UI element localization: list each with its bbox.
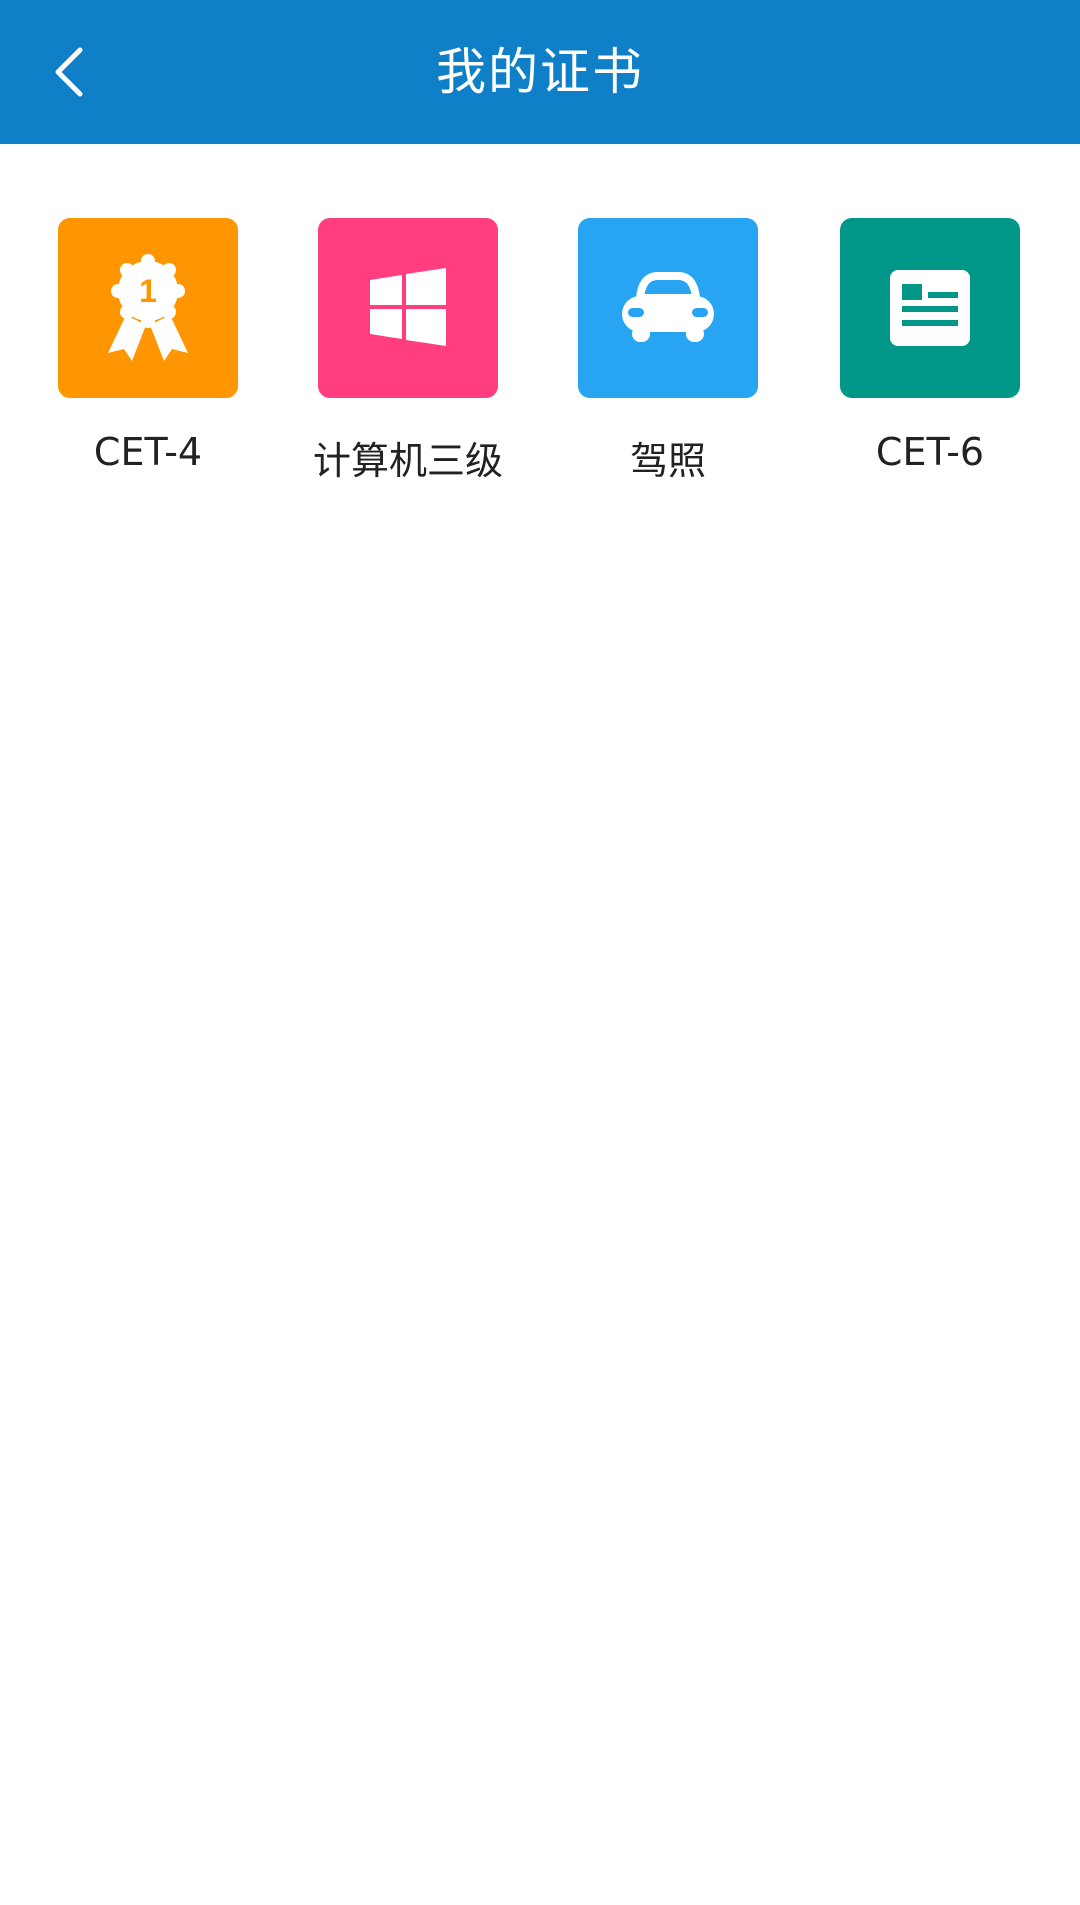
car-icon [622, 272, 714, 342]
badge-number: 1 [139, 273, 157, 309]
page-title: 我的证书 [436, 43, 644, 101]
certificate-tile [578, 218, 758, 398]
certificate-tile: 1 [58, 218, 238, 398]
certificate-label: 驾照 [629, 439, 706, 483]
certificate-item-driving-license[interactable]: 驾照 [568, 218, 768, 485]
app-header: 我的证书 [0, 0, 1080, 144]
certificate-label: CET-6 [875, 430, 985, 474]
certificate-label: CET-4 [93, 430, 203, 474]
certificate-label: 计算机三级 [312, 439, 503, 483]
certificate-tile [840, 218, 1020, 398]
certificate-item-cet6[interactable]: CET-6 [830, 218, 1030, 474]
certificate-item-computer-level3[interactable]: 计算机三级 [308, 218, 508, 485]
certificate-tile [318, 218, 498, 398]
windows-logo-icon [370, 268, 446, 346]
award-ribbon-icon: 1 [108, 254, 188, 361]
newspaper-icon [890, 270, 970, 346]
certificate-item-cet4[interactable]: 1 CET-4 [48, 218, 248, 474]
